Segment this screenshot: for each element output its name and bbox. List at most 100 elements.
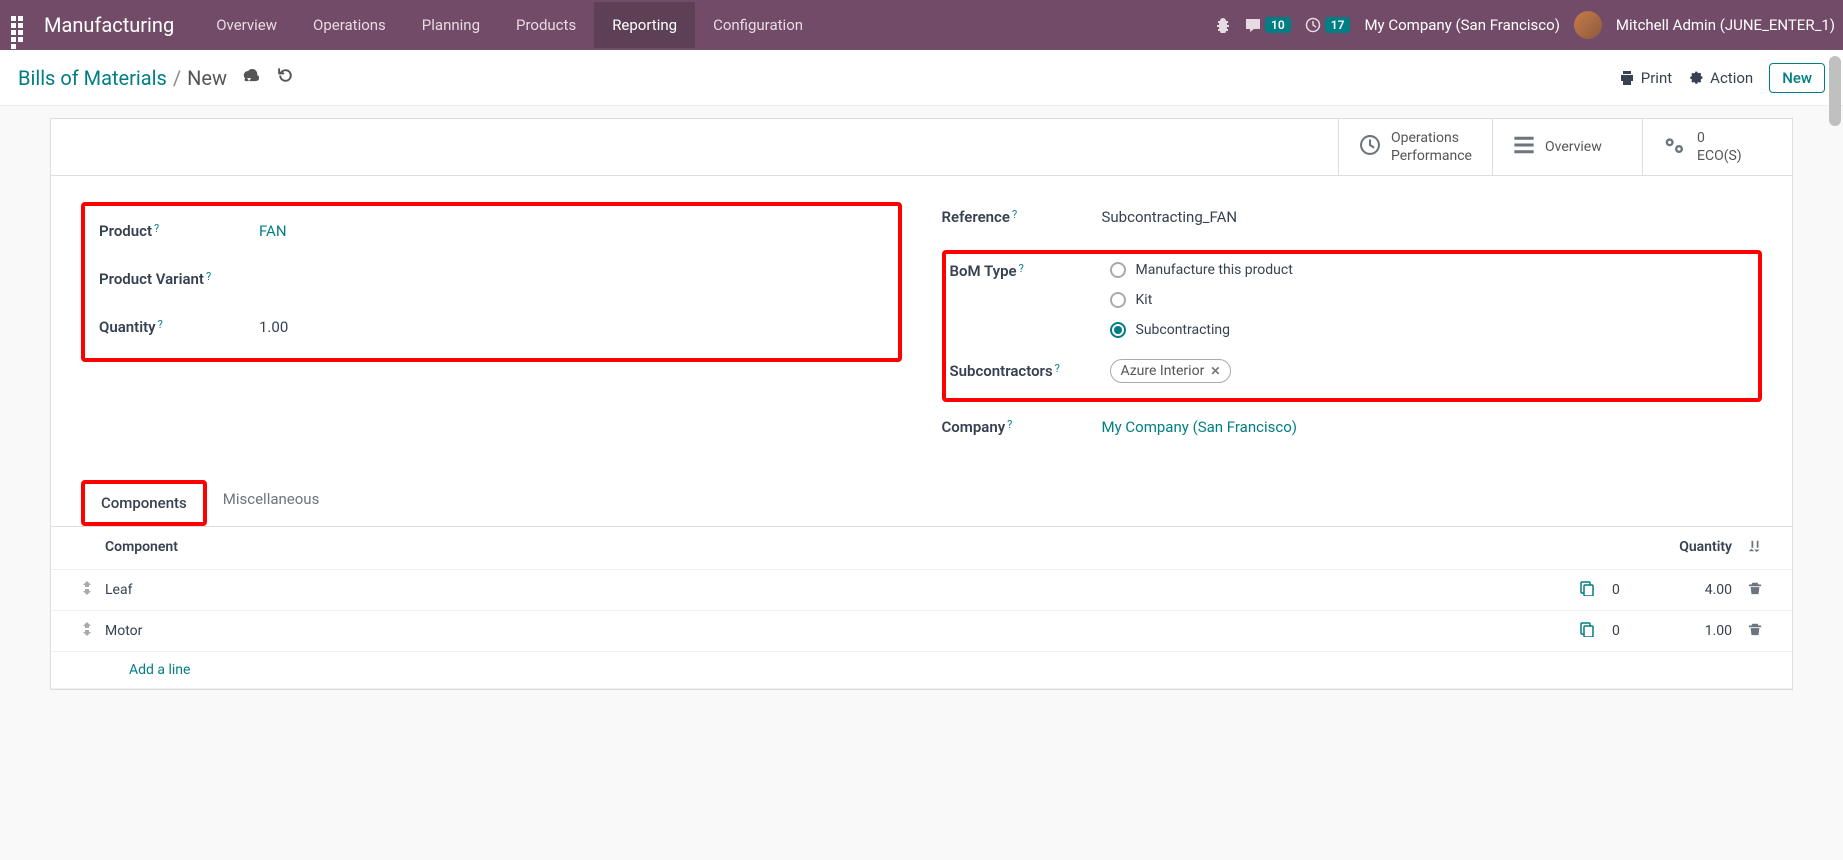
sub-right: Print Action New — [1619, 63, 1825, 93]
radio-subcontracting[interactable]: Subcontracting — [1110, 322, 1293, 338]
component-name[interactable]: Motor — [105, 623, 1562, 639]
app-title[interactable]: Manufacturing — [44, 13, 174, 37]
company-label: Company? — [942, 418, 1102, 436]
nav-menu: Overview Operations Planning Products Re… — [198, 2, 821, 48]
breadcrumb-current: New — [187, 66, 227, 90]
breadcrumb-root[interactable]: Bills of Materials — [18, 66, 167, 90]
messaging-icon[interactable]: 10 — [1245, 17, 1291, 33]
row-qty[interactable]: 1.00 — [1652, 623, 1732, 639]
form-card: Operations Performance Overview 0 ECO(S) — [50, 118, 1793, 690]
form-wrap: Operations Performance Overview 0 ECO(S) — [0, 106, 1843, 720]
help-icon[interactable]: ? — [206, 270, 211, 283]
nav-planning[interactable]: Planning — [404, 2, 498, 48]
forecast-icon[interactable] — [1562, 621, 1612, 641]
col-adjust-icon[interactable] — [1732, 539, 1762, 557]
help-icon[interactable]: ? — [154, 222, 159, 235]
forecast-icon[interactable] — [1562, 580, 1612, 600]
company-value[interactable]: My Company (San Francisco) — [1102, 418, 1297, 436]
list-icon — [1513, 134, 1535, 161]
right-col: Reference? Subcontracting_FAN BoM Type? … — [942, 202, 1763, 460]
left-col: Product? FAN Product Variant? Quantity? … — [81, 202, 902, 460]
bomtype-label: BoM Type? — [950, 262, 1110, 280]
table-header: Component Quantity — [51, 527, 1792, 570]
reference-value[interactable]: Subcontracting_FAN — [1102, 208, 1238, 226]
breadcrumb-actions — [241, 67, 294, 89]
variant-label: Product Variant? — [99, 270, 259, 288]
apps-icon[interactable] — [8, 13, 32, 37]
radio-circle-icon — [1110, 262, 1126, 278]
col-quantity: Quantity — [1652, 539, 1732, 557]
help-icon[interactable]: ? — [1012, 208, 1017, 221]
breadcrumb: Bills of Materials / New — [18, 66, 227, 90]
form-body: Product? FAN Product Variant? Quantity? … — [51, 176, 1792, 470]
action-button[interactable]: Action — [1688, 69, 1753, 87]
nav-operations[interactable]: Operations — [295, 2, 404, 48]
nav-overview[interactable]: Overview — [198, 2, 295, 48]
help-icon[interactable]: ? — [1055, 362, 1060, 375]
message-badge: 10 — [1265, 17, 1291, 33]
product-value[interactable]: FAN — [259, 222, 287, 240]
subcontractor-tag-label: Azure Interior — [1121, 363, 1205, 379]
col-component: Component — [105, 539, 1562, 557]
stat-operations[interactable]: Operations Performance — [1338, 119, 1492, 175]
product-label: Product? — [99, 222, 259, 240]
nav-products[interactable]: Products — [498, 2, 594, 48]
activities-icon[interactable]: 17 — [1305, 17, 1351, 33]
radio-kit[interactable]: Kit — [1110, 292, 1293, 308]
user-name[interactable]: Mitchell Admin (JUNE_ENTER_1) — [1616, 16, 1835, 34]
add-line-link[interactable]: Add a line — [105, 662, 1762, 678]
row-mid: 0 — [1612, 582, 1652, 598]
discard-icon[interactable] — [277, 67, 294, 89]
subcontractor-tag[interactable]: Azure Interior ✕ — [1110, 359, 1232, 383]
drag-handle-icon[interactable] — [81, 581, 105, 599]
radio-circle-icon — [1110, 292, 1126, 308]
help-icon[interactable]: ? — [1007, 418, 1012, 431]
new-button[interactable]: New — [1769, 63, 1825, 93]
sub-header: Bills of Materials / New Print Action Ne… — [0, 50, 1843, 106]
row-mid: 0 — [1612, 623, 1652, 639]
help-icon[interactable]: ? — [158, 318, 163, 331]
tag-remove-icon[interactable]: ✕ — [1210, 364, 1220, 378]
quantity-value[interactable]: 1.00 — [259, 318, 288, 336]
delete-icon[interactable] — [1732, 581, 1762, 599]
stat-ops-line1: Operations — [1391, 129, 1472, 147]
stat-eco-count: 0 — [1697, 129, 1742, 147]
bug-icon[interactable] — [1215, 17, 1231, 33]
tab-miscellaneous[interactable]: Miscellaneous — [207, 480, 336, 526]
stat-overview[interactable]: Overview — [1492, 119, 1642, 175]
nav-reporting[interactable]: Reporting — [594, 2, 695, 48]
help-icon[interactable]: ? — [1019, 262, 1024, 275]
drag-handle-icon[interactable] — [81, 622, 105, 640]
radio-manufacture[interactable]: Manufacture this product — [1110, 262, 1293, 278]
avatar[interactable] — [1574, 11, 1602, 39]
components-table: Component Quantity Leaf 0 4.00 — [51, 527, 1792, 689]
stat-eco-label: ECO(S) — [1697, 147, 1742, 165]
delete-icon[interactable] — [1732, 622, 1762, 640]
status-bar: Operations Performance Overview 0 ECO(S) — [51, 119, 1792, 176]
radio-kit-label: Kit — [1136, 292, 1153, 308]
nav-right: 10 17 My Company (San Francisco) Mitchel… — [1215, 11, 1835, 39]
print-button[interactable]: Print — [1619, 69, 1672, 87]
breadcrumb-sep: / — [173, 66, 181, 90]
quantity-label: Quantity? — [99, 318, 259, 336]
clock-icon — [1359, 134, 1381, 161]
gears-icon — [1663, 134, 1687, 161]
radio-circle-icon — [1110, 322, 1126, 338]
stat-ops-line2: Performance — [1391, 147, 1472, 165]
action-label: Action — [1710, 69, 1753, 87]
company-selector[interactable]: My Company (San Francisco) — [1364, 16, 1559, 34]
bomtype-radio-group: Manufacture this product Kit Subcontract… — [1110, 262, 1293, 338]
component-name[interactable]: Leaf — [105, 582, 1562, 598]
stat-eco[interactable]: 0 ECO(S) — [1642, 119, 1792, 175]
table-row[interactable]: Leaf 0 4.00 — [51, 570, 1792, 611]
nav-configuration[interactable]: Configuration — [695, 2, 821, 48]
top-nav: Manufacturing Overview Operations Planni… — [0, 0, 1843, 50]
print-label: Print — [1641, 69, 1672, 87]
add-line-row[interactable]: Add a line — [51, 652, 1792, 689]
row-qty[interactable]: 4.00 — [1652, 582, 1732, 598]
scrollbar-thumb[interactable] — [1829, 56, 1841, 126]
table-row[interactable]: Motor 0 1.00 — [51, 611, 1792, 652]
radio-manufacture-label: Manufacture this product — [1136, 262, 1293, 278]
tab-components[interactable]: Components — [81, 480, 207, 526]
cloud-save-icon[interactable] — [241, 67, 259, 89]
